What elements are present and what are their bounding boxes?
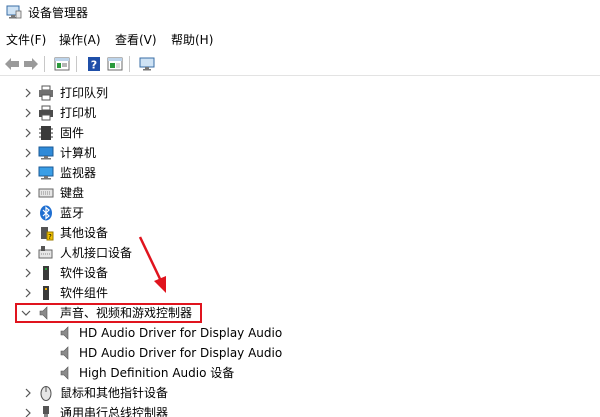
toolbar: ? (0, 52, 600, 76)
chevron-right-icon[interactable] (23, 108, 33, 118)
tree-item-label: 打印机 (60, 106, 97, 120)
back-icon (5, 58, 19, 70)
keyboard-icon (38, 188, 54, 198)
back-button[interactable] (3, 55, 21, 73)
tree-item-firmware[interactable]: 固件 (0, 123, 600, 143)
menu-file[interactable]: 文件(F) (6, 31, 46, 48)
device-manager-icon (6, 5, 22, 19)
toolbar-separator (44, 56, 45, 72)
speaker-icon (60, 326, 69, 340)
tree-item-mice[interactable]: 鼠标和其他指针设备 (0, 383, 600, 403)
tree-item-printers[interactable]: 打印机 (0, 103, 600, 123)
speaker-icon (60, 346, 69, 360)
tree-item-hid[interactable]: 人机接口设备 (0, 243, 600, 263)
window-title: 设备管理器 (28, 6, 89, 20)
tree-item-label: 固件 (60, 126, 85, 140)
other-devices-icon: ? (41, 227, 54, 241)
chevron-right-icon[interactable] (23, 388, 33, 398)
usb-icon (43, 406, 49, 417)
menu-action[interactable]: 操作(A) (59, 31, 101, 48)
chevron-right-icon[interactable] (23, 128, 33, 138)
tree-item-software-components[interactable]: 软件组件 (0, 283, 600, 303)
properties-icon (54, 57, 70, 71)
speaker-icon (60, 366, 69, 380)
chevron-right-icon[interactable] (23, 408, 33, 417)
tree-subitem-label: HD Audio Driver for Display Audio (79, 346, 283, 360)
chevron-right-icon[interactable] (23, 228, 33, 238)
toolbar-separator (129, 56, 130, 72)
tree-item-label: 计算机 (60, 146, 97, 160)
forward-icon (24, 58, 38, 70)
tree-item-print-queue[interactable]: 打印队列 (0, 83, 600, 103)
chevron-right-icon[interactable] (23, 88, 33, 98)
show-hide-button[interactable] (106, 55, 124, 73)
properties-button[interactable] (53, 55, 71, 73)
tree-item-label: 其他设备 (60, 226, 109, 240)
tree-item-label: 键盘 (60, 186, 85, 200)
menu-view[interactable]: 查看(V) (115, 31, 157, 48)
chevron-right-icon[interactable] (23, 268, 33, 278)
svg-text:?: ? (91, 59, 97, 72)
monitor-icon (38, 166, 54, 180)
tree-item-label: 打印队列 (60, 86, 109, 100)
tree-item-label: 软件设备 (60, 266, 109, 280)
tree-item-other-devices[interactable]: ? 其他设备 (0, 223, 600, 243)
print-queue-icon (39, 85, 53, 101)
tree-subitem-high-definition-audio[interactable]: High Definition Audio 设备 (0, 363, 600, 383)
tree-item-computer[interactable]: 计算机 (0, 143, 600, 163)
software-device-icon (43, 266, 49, 280)
tree-item-label: 蓝牙 (60, 206, 85, 220)
printer-icon (39, 105, 53, 121)
help-button[interactable]: ? (85, 55, 103, 73)
chevron-right-icon[interactable] (23, 148, 33, 158)
tree-item-software-devices[interactable]: 软件设备 (0, 263, 600, 283)
chevron-right-icon[interactable] (23, 288, 33, 298)
bluetooth-icon (40, 205, 52, 221)
forward-button[interactable] (22, 55, 40, 73)
computer-icon (38, 146, 54, 160)
tree-item-usb-controllers[interactable]: 通用串行总线控制器 (0, 403, 600, 417)
tree-item-label: 人机接口设备 (60, 246, 133, 260)
tree-subitem-hd-audio-1[interactable]: HD Audio Driver for Display Audio (0, 323, 600, 343)
firmware-icon (39, 126, 53, 140)
tree-item-bluetooth[interactable]: 蓝牙 (0, 203, 600, 223)
monitor-icon (139, 57, 155, 71)
tree-subitem-label: High Definition Audio 设备 (79, 366, 235, 380)
toolbar-separator (76, 56, 77, 72)
chevron-right-icon[interactable] (23, 208, 33, 218)
software-component-icon (43, 286, 49, 300)
tree-item-label: 鼠标和其他指针设备 (60, 386, 169, 400)
chevron-right-icon[interactable] (23, 248, 33, 258)
tree-item-label: 软件组件 (60, 286, 109, 300)
tree-subitem-label: HD Audio Driver for Display Audio (79, 326, 283, 340)
chevron-right-icon[interactable] (23, 168, 33, 178)
hid-icon (38, 246, 53, 259)
title-bar: 设备管理器 (0, 0, 600, 26)
tree-item-keyboards[interactable]: 键盘 (0, 183, 600, 203)
annotation-highlight-box (15, 303, 202, 323)
chevron-right-icon[interactable] (23, 188, 33, 198)
menu-help[interactable]: 帮助(H) (171, 31, 213, 48)
tree-subitem-hd-audio-2[interactable]: HD Audio Driver for Display Audio (0, 343, 600, 363)
menu-bar: 文件(F) 操作(A) 查看(V) 帮助(H) (0, 28, 600, 50)
svg-text:?: ? (48, 233, 52, 241)
device-tree: 打印队列 打印机 固件 计算机 监视器 键盘 蓝牙 ? 其他设备 人机接口设备 … (0, 80, 600, 417)
tree-item-label: 监视器 (60, 166, 97, 180)
tree-item-monitors[interactable]: 监视器 (0, 163, 600, 183)
help-icon: ? (88, 57, 100, 72)
show-hide-icon (107, 57, 123, 71)
scan-hardware-button[interactable] (138, 55, 156, 73)
mouse-icon (40, 386, 52, 401)
tree-item-label: 通用串行总线控制器 (60, 406, 169, 417)
